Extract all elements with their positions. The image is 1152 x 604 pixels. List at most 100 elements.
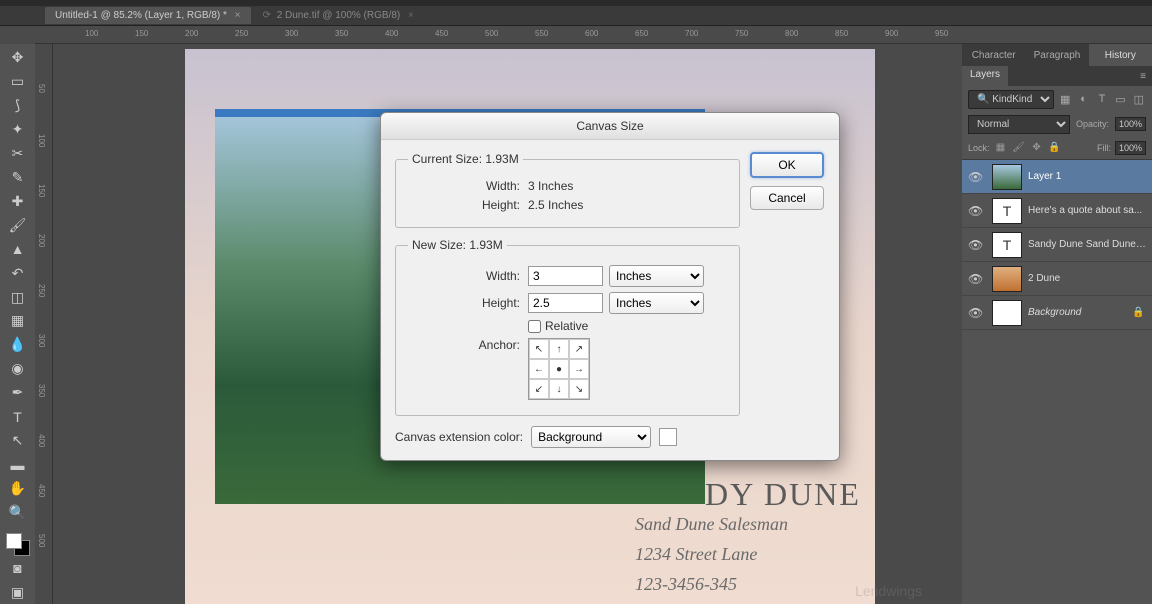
anchor-s[interactable]: ↓ bbox=[549, 379, 569, 399]
new-width-label: Width: bbox=[408, 269, 528, 283]
shape-tool[interactable]: ▬ bbox=[6, 453, 30, 476]
close-icon[interactable]: × bbox=[408, 10, 414, 21]
lasso-tool[interactable]: ⟆ bbox=[6, 94, 30, 117]
visibility-icon[interactable]: 👁 bbox=[968, 306, 986, 320]
current-width-value: 3 Inches bbox=[528, 179, 573, 193]
type-tool[interactable]: T bbox=[6, 405, 30, 428]
ok-button[interactable]: OK bbox=[750, 152, 824, 178]
text-phone: 123-3456-345 bbox=[635, 574, 737, 595]
layers-list: 👁 Layer 1 👁 T Here's a quote about sa...… bbox=[962, 160, 1152, 604]
hand-tool[interactable]: ✋ bbox=[6, 477, 30, 500]
heal-tool[interactable]: ✚ bbox=[6, 190, 30, 213]
wand-tool[interactable]: ✦ bbox=[6, 118, 30, 141]
anchor-nw[interactable]: ↖ bbox=[529, 339, 549, 359]
anchor-sw[interactable]: ↙ bbox=[529, 379, 549, 399]
layer-name: Sandy Dune Sand Dune ... bbox=[1028, 239, 1146, 250]
blend-mode-select[interactable]: Normal bbox=[968, 115, 1070, 134]
marquee-tool[interactable]: ▭ bbox=[6, 70, 30, 93]
lock-transparent-icon[interactable]: ▦ bbox=[994, 141, 1008, 155]
anchor-se[interactable]: ↘ bbox=[569, 379, 589, 399]
layer-row[interactable]: 👁 T Sandy Dune Sand Dune ... bbox=[962, 228, 1152, 262]
vertical-ruler: 50 100 150 200 250 300 350 400 450 500 bbox=[35, 44, 53, 604]
visibility-icon[interactable]: 👁 bbox=[968, 204, 986, 218]
opacity-value[interactable]: 100% bbox=[1115, 117, 1146, 131]
cancel-button[interactable]: Cancel bbox=[750, 186, 824, 210]
current-size-group: Current Size: 1.93M Width: 3 Inches Heig… bbox=[395, 152, 740, 228]
current-height-value: 2.5 Inches bbox=[528, 198, 583, 212]
lock-all-icon[interactable]: 🔒 bbox=[1048, 141, 1062, 155]
visibility-icon[interactable]: 👁 bbox=[968, 238, 986, 252]
tab-paragraph[interactable]: Paragraph bbox=[1025, 44, 1088, 66]
layer-thumbnail bbox=[992, 164, 1022, 190]
anchor-center[interactable]: ● bbox=[549, 359, 569, 379]
layer-row[interactable]: 👁 T Here's a quote about sa... bbox=[962, 194, 1152, 228]
tab-history[interactable]: History bbox=[1089, 44, 1152, 66]
lock-label: Lock: bbox=[968, 143, 990, 153]
height-units-select[interactable]: Inches bbox=[609, 292, 704, 314]
dodge-tool[interactable]: ◉ bbox=[6, 357, 30, 380]
layer-thumbnail: T bbox=[992, 198, 1022, 224]
layer-row[interactable]: 👁 Background 🔒 bbox=[962, 296, 1152, 330]
layer-row[interactable]: 👁 2 Dune bbox=[962, 262, 1152, 296]
filter-adjust-icon[interactable]: ◐ bbox=[1076, 91, 1090, 107]
eraser-tool[interactable]: ◫ bbox=[6, 286, 30, 309]
relative-label: Relative bbox=[545, 319, 588, 333]
tab-character[interactable]: Character bbox=[962, 44, 1025, 66]
text-subtitle: Sand Dune Salesman bbox=[635, 514, 788, 535]
lock-position-icon[interactable]: ✥ bbox=[1030, 141, 1044, 155]
stamp-tool[interactable]: ▲ bbox=[6, 238, 30, 261]
screenmode-tool[interactable]: ▣ bbox=[6, 581, 30, 604]
tab-layers[interactable]: Layers bbox=[962, 66, 1008, 86]
current-height-label: Height: bbox=[408, 198, 528, 212]
zoom-tool[interactable]: 🔍 bbox=[6, 501, 30, 524]
layer-name: 2 Dune bbox=[1028, 273, 1146, 284]
panel-menu-icon[interactable]: ≡ bbox=[1134, 66, 1152, 86]
lock-pixels-icon[interactable]: 🖌 bbox=[1012, 141, 1026, 155]
eyedropper-tool[interactable]: ✎ bbox=[6, 166, 30, 189]
visibility-icon[interactable]: 👁 bbox=[968, 170, 986, 184]
canvas-area[interactable]: 50 100 150 200 250 300 350 400 450 500 D… bbox=[35, 44, 962, 604]
color-swatch[interactable] bbox=[6, 533, 30, 556]
width-units-select[interactable]: Inches bbox=[609, 265, 704, 287]
close-icon[interactable]: × bbox=[235, 10, 241, 21]
lock-icon: 🔒 bbox=[1132, 307, 1146, 318]
layer-name: Layer 1 bbox=[1028, 171, 1146, 182]
filter-smart-icon[interactable]: ◫ bbox=[1132, 91, 1146, 107]
layer-name: Background bbox=[1028, 307, 1132, 318]
fill-value[interactable]: 100% bbox=[1115, 141, 1146, 155]
pen-tool[interactable]: ✒ bbox=[6, 381, 30, 404]
brush-tool[interactable]: 🖌 bbox=[6, 214, 30, 237]
extension-color-swatch[interactable] bbox=[659, 428, 677, 446]
gradient-tool[interactable]: ▦ bbox=[6, 309, 30, 332]
relative-checkbox[interactable] bbox=[528, 320, 541, 333]
new-size-legend: New Size: 1.93M bbox=[408, 238, 507, 252]
crop-tool[interactable]: ✂ bbox=[6, 142, 30, 165]
filter-type-icon[interactable]: T bbox=[1095, 91, 1109, 107]
current-width-label: Width: bbox=[408, 179, 528, 193]
anchor-n[interactable]: ↑ bbox=[549, 339, 569, 359]
text-heading: DY DUNE bbox=[705, 476, 861, 513]
move-tool[interactable]: ✥ bbox=[6, 46, 30, 69]
layer-filter-select[interactable]: 🔍 KindKind bbox=[968, 90, 1054, 109]
filter-pixel-icon[interactable]: ▦ bbox=[1058, 91, 1072, 107]
height-input[interactable] bbox=[528, 293, 603, 313]
extension-color-select[interactable]: Background bbox=[531, 426, 651, 448]
anchor-e[interactable]: → bbox=[569, 359, 589, 379]
document-tab-active[interactable]: Untitled-1 @ 85.2% (Layer 1, RGB/8) * × bbox=[45, 7, 251, 24]
blur-tool[interactable]: 💧 bbox=[6, 333, 30, 356]
history-brush-tool[interactable]: ↶ bbox=[6, 262, 30, 285]
path-tool[interactable]: ↖ bbox=[6, 429, 30, 452]
filter-shape-icon[interactable]: ▭ bbox=[1113, 91, 1127, 107]
anchor-grid: ↖ ↑ ↗ ← ● → ↙ ↓ ↘ bbox=[528, 338, 590, 400]
layer-row[interactable]: 👁 Layer 1 bbox=[962, 160, 1152, 194]
anchor-ne[interactable]: ↗ bbox=[569, 339, 589, 359]
quickmask-tool[interactable]: ◙ bbox=[6, 557, 30, 580]
width-input[interactable] bbox=[528, 266, 603, 286]
visibility-icon[interactable]: 👁 bbox=[968, 272, 986, 286]
horizontal-ruler: 100 150 200 250 300 350 400 450 500 550 … bbox=[35, 26, 1152, 44]
anchor-w[interactable]: ← bbox=[529, 359, 549, 379]
document-tab-inactive[interactable]: ⟳ 2 Dune.tif @ 100% (RGB/8) × bbox=[253, 7, 424, 24]
sync-icon: ⟳ bbox=[263, 10, 271, 21]
new-size-group: New Size: 1.93M Width: Inches Height: In… bbox=[395, 238, 740, 416]
document-tabs: Untitled-1 @ 85.2% (Layer 1, RGB/8) * × … bbox=[0, 6, 1152, 26]
